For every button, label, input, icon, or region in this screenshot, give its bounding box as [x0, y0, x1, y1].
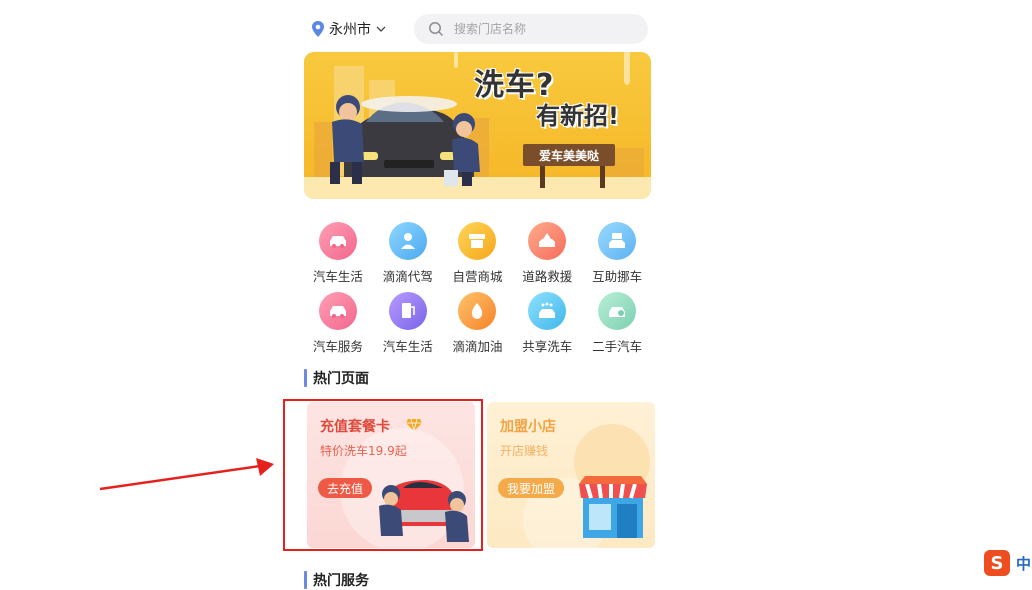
section-title-hot-pages: 热门页面	[304, 368, 369, 388]
grid-item-label: 道路救援	[522, 269, 573, 284]
annotation-arrow-icon	[99, 458, 274, 491]
location-pin-icon	[312, 21, 324, 37]
warning-car-icon	[528, 222, 567, 260]
chevron-down-icon	[376, 26, 386, 32]
diamond-icon	[406, 418, 422, 432]
banner-subheadline: 有新招!	[536, 102, 619, 130]
ime-indicator[interactable]: S 中	[984, 548, 1032, 578]
banner-sign: 爱车美美哒	[523, 144, 615, 166]
city-label: 永州市	[329, 22, 371, 38]
recharge-card[interactable]: 充值套餐卡 特价洗车19.9起 去充值	[307, 402, 475, 548]
search-box[interactable]	[414, 14, 648, 44]
app-screen: 永州市 搜索门店名称 洗车? 有新招! 爱车美美哒 汽车生活 滴滴代驾 自营商城…	[303, 0, 655, 589]
search-input[interactable]	[452, 21, 636, 37]
driver-icon	[388, 222, 427, 260]
sogou-logo-icon: S	[984, 550, 1010, 576]
card-title: 加盟小店	[500, 419, 556, 435]
grid-item-label: 汽车服务	[312, 339, 363, 354]
card-title: 充值套餐卡	[320, 419, 390, 435]
ime-language-label: 中	[1016, 554, 1032, 573]
franchise-card[interactable]: 加盟小店 开店赚钱 我要加盟	[487, 402, 655, 548]
charging-icon	[388, 292, 427, 330]
section-accent-bar	[304, 571, 307, 589]
card-subtitle: 特价洗车19.9起	[320, 444, 407, 458]
grid-item-label: 共享洗车	[522, 339, 573, 354]
top-bar: 永州市	[303, 14, 652, 44]
fuel-icon	[458, 292, 497, 330]
grid-item-car-service[interactable]: 汽车服务	[303, 292, 373, 362]
grid-item-refuel[interactable]: 滴滴加油	[443, 292, 513, 362]
search-icon	[429, 22, 444, 37]
grid-item-label: 滴滴加油	[452, 339, 503, 354]
recharge-button[interactable]: 去充值	[318, 478, 373, 498]
grid-item-label: 互助挪车	[592, 269, 643, 284]
grid-item-shared-wash[interactable]: 共享洗车	[512, 292, 582, 362]
section-title-hot-services: 热门服务	[304, 570, 369, 590]
parking-icon	[598, 222, 637, 260]
car-service-icon	[318, 292, 357, 330]
join-button[interactable]: 我要加盟	[498, 478, 565, 498]
section-title-label: 热门服务	[313, 573, 369, 589]
grid-item-label: 汽车生活	[312, 269, 363, 284]
car-wash-icon	[528, 292, 567, 330]
grid-item-mall[interactable]: 自营商城	[443, 222, 513, 292]
grid-item-car-life[interactable]: 汽车生活	[303, 222, 373, 292]
store-icon	[458, 222, 497, 260]
city-selector[interactable]: 永州市	[311, 14, 386, 44]
grid-item-move-car[interactable]: 互助挪车	[582, 222, 652, 292]
grid-item-label: 汽车生活	[382, 339, 433, 354]
promo-banner[interactable]: 洗车? 有新招! 爱车美美哒	[304, 52, 651, 199]
grid-item-label: 滴滴代驾	[382, 269, 433, 284]
grid-item-designated-driver[interactable]: 滴滴代驾	[373, 222, 443, 292]
section-accent-bar	[304, 369, 307, 387]
grid-item-road-rescue[interactable]: 道路救援	[512, 222, 582, 292]
service-grid-row-1: 汽车生活 滴滴代驾 自营商城 道路救援 互助挪车	[303, 222, 652, 292]
grid-item-used-car[interactable]: 二手汽车	[582, 292, 652, 362]
grid-item-label: 自营商城	[452, 269, 503, 284]
section-title-label: 热门页面	[313, 371, 369, 387]
service-grid: 汽车生活 滴滴代驾 自营商城 道路救援 互助挪车 汽车服务 汽车生活 滴滴加油 …	[303, 222, 652, 362]
service-grid-row-2: 汽车服务 汽车生活 滴滴加油 共享洗车 二手汽车	[303, 292, 652, 362]
grid-item-car-life-2[interactable]: 汽车生活	[373, 292, 443, 362]
used-car-icon	[598, 292, 637, 330]
car-icon	[318, 222, 357, 260]
card-subtitle: 开店赚钱	[500, 444, 549, 458]
grid-item-label: 二手汽车	[592, 339, 643, 354]
